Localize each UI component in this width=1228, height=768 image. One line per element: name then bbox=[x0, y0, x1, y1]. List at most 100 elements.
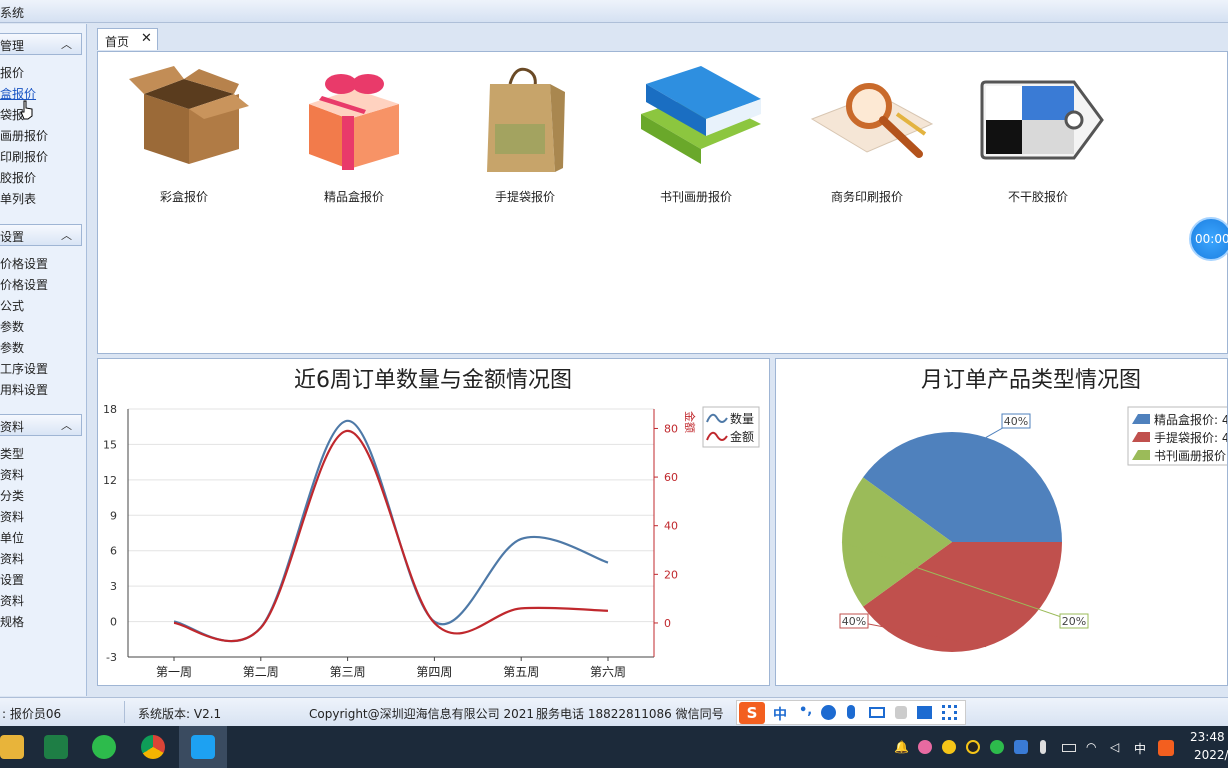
box-icon bbox=[129, 66, 249, 164]
sidebar-item[interactable]: 资料 bbox=[0, 551, 24, 568]
tile-label: 手提袋报价 bbox=[494, 190, 555, 204]
tile-label: 不干胶报价 bbox=[1007, 190, 1068, 204]
y-tick-label: 3 bbox=[110, 580, 117, 593]
app-bird-icon[interactable] bbox=[191, 735, 215, 759]
sidebar-item[interactable]: 印刷报价 bbox=[0, 149, 48, 166]
sidebar-item[interactable]: 胶报价 bbox=[0, 170, 36, 187]
sidebar-item[interactable]: 工序设置 bbox=[0, 361, 48, 378]
sidebar-item[interactable]: 资料 bbox=[0, 593, 24, 610]
status-separator bbox=[124, 701, 125, 723]
window-title: 系统 bbox=[0, 6, 25, 20]
y-tick-label: 9 bbox=[110, 509, 117, 522]
active-app-highlight[interactable] bbox=[179, 726, 227, 768]
chevron-up-icon[interactable]: ︿ bbox=[61, 36, 72, 52]
y2-axis-label: 金额 bbox=[683, 411, 697, 433]
tile-color-box-quote[interactable]: 彩盒报价 bbox=[114, 64, 254, 214]
ime-lang-indicator[interactable]: 中 bbox=[1134, 740, 1146, 757]
user-icon[interactable] bbox=[895, 706, 907, 719]
volume-icon[interactable]: ◁ bbox=[1110, 740, 1119, 754]
sidebar-group-header[interactable]: 管理 ︿ bbox=[0, 33, 82, 55]
tile-sticker-quote[interactable]: 不干胶报价 bbox=[968, 64, 1108, 214]
tray-plus-icon[interactable] bbox=[942, 740, 956, 754]
tray-flower-icon[interactable] bbox=[918, 740, 932, 754]
sidebar-group-title: 资料 bbox=[0, 420, 25, 434]
excel-icon[interactable] bbox=[44, 735, 68, 759]
sidebar-item[interactable]: 类型 bbox=[0, 446, 24, 463]
close-icon[interactable]: ✕ bbox=[141, 31, 152, 46]
mic-tray-icon[interactable] bbox=[1040, 740, 1046, 754]
sidebar-item[interactable]: 分类 bbox=[0, 488, 24, 505]
wechat-tray-icon[interactable] bbox=[990, 740, 1004, 754]
pie-chart: 月订单产品类型情况图 40% 40% 20% 精品盒报价: 40 手提袋报价: 40 书刊… bbox=[839, 368, 1228, 652]
sidebar-item[interactable]: 公式 bbox=[0, 298, 24, 315]
status-bar: : 报价员06 系统版本: V2.1 Copyright@深圳迎海信息有限公司 … bbox=[0, 697, 1228, 726]
y-tick-label: -3 bbox=[106, 651, 117, 664]
sidebar-item[interactable]: 画册报价 bbox=[0, 128, 48, 145]
battery-icon[interactable] bbox=[1062, 744, 1076, 752]
sidebar-item[interactable]: 参数 bbox=[0, 340, 24, 357]
skin-icon[interactable] bbox=[917, 706, 932, 719]
wifi-icon[interactable]: ◠ bbox=[1086, 740, 1096, 754]
clock-date[interactable]: 2022/ bbox=[1194, 748, 1228, 762]
sidebar-item[interactable]: 设置 bbox=[0, 572, 24, 589]
sogou-tray-icon[interactable] bbox=[1158, 740, 1174, 756]
wechat-icon[interactable] bbox=[92, 735, 116, 759]
y2-tick-label: 20 bbox=[664, 568, 678, 581]
status-service: 服务电话 18822811086 微信同号 bbox=[536, 707, 724, 721]
k-tray-icon[interactable] bbox=[1014, 740, 1028, 754]
sidebar-item[interactable]: 价格设置 bbox=[0, 277, 48, 294]
sidebar-group-header[interactable]: 资料 ︿ bbox=[0, 414, 82, 436]
emoji-icon[interactable] bbox=[821, 705, 836, 720]
tile-label: 精品盒报价 bbox=[323, 190, 384, 204]
sidebar-item[interactable]: 规格 bbox=[0, 614, 24, 631]
status-user: : 报价员06 bbox=[2, 707, 62, 721]
notification-icon[interactable]: 🔔 bbox=[894, 740, 909, 754]
sidebar-item[interactable]: 资料 bbox=[0, 467, 24, 484]
sidebar-splitter[interactable] bbox=[87, 24, 93, 696]
y-tick-label: 0 bbox=[110, 616, 117, 629]
chevron-up-icon[interactable]: ︿ bbox=[61, 417, 72, 433]
tile-label: 彩盒报价 bbox=[159, 190, 208, 204]
tile-gift-box-quote[interactable]: 精品盒报价 bbox=[284, 64, 424, 214]
sidebar-item[interactable]: 单列表 bbox=[0, 191, 36, 208]
chrome-icon[interactable] bbox=[141, 735, 165, 759]
sogou-logo-icon[interactable]: S bbox=[739, 702, 765, 724]
ime-toolbar[interactable]: S 中 •, bbox=[736, 700, 966, 725]
tile-handbag-quote[interactable]: 手提袋报价 bbox=[455, 64, 595, 214]
legend-label: 手提袋报价: 40 bbox=[1154, 430, 1227, 445]
punctuation-icon[interactable]: •, bbox=[799, 703, 812, 718]
taskbar: 🔔 ◠ ◁ 中 23:48 2022/ bbox=[0, 726, 1228, 768]
x-tick-label: 第六周 bbox=[590, 665, 626, 679]
tile-label: 书刊画册报价 bbox=[659, 190, 732, 204]
y-tick-label: 6 bbox=[110, 545, 117, 558]
tab-home[interactable]: 首页 ✕ bbox=[97, 28, 158, 50]
sidebar-item[interactable]: 参数 bbox=[0, 319, 24, 336]
toolbox-icon[interactable] bbox=[942, 705, 957, 720]
status-copyright: Copyright@深圳迎海信息有限公司 2021 bbox=[309, 707, 534, 721]
legend-label: 数量 bbox=[730, 411, 754, 426]
sidebar-item[interactable]: 价格设置 bbox=[0, 256, 48, 273]
keyboard-icon[interactable] bbox=[869, 707, 885, 718]
tile-business-print-quote[interactable]: 商务印刷报价 bbox=[797, 64, 937, 214]
timer-badge[interactable]: 00:00 bbox=[1189, 217, 1228, 261]
sidebar-item[interactable]: 资料 bbox=[0, 509, 24, 526]
sidebar-group-header[interactable]: 设置 ︿ bbox=[0, 224, 82, 246]
ime-mode[interactable]: 中 bbox=[773, 704, 787, 724]
sidebar-item[interactable]: 报价 bbox=[0, 65, 24, 82]
sidebar-item[interactable]: 单位 bbox=[0, 530, 24, 547]
sidebar-group-title: 设置 bbox=[0, 230, 25, 244]
x-tick-label: 第二周 bbox=[243, 665, 279, 679]
sidebar-item[interactable]: 用料设置 bbox=[0, 382, 48, 399]
tab-label: 首页 bbox=[105, 35, 130, 49]
chevron-up-icon[interactable]: ︿ bbox=[61, 227, 72, 243]
file-explorer-icon[interactable] bbox=[0, 735, 24, 759]
microphone-icon[interactable] bbox=[847, 705, 855, 719]
qq-icon[interactable] bbox=[966, 740, 980, 754]
book-icon bbox=[641, 66, 761, 164]
clock-time[interactable]: 23:48 bbox=[1190, 730, 1225, 744]
status-version: 系统版本: V2.1 bbox=[138, 707, 222, 721]
y2-tick-label: 60 bbox=[664, 471, 678, 484]
tile-book-quote[interactable]: 书刊画册报价 bbox=[626, 64, 766, 214]
series-line-2 bbox=[173, 429, 609, 643]
tag-icon bbox=[980, 80, 1104, 160]
